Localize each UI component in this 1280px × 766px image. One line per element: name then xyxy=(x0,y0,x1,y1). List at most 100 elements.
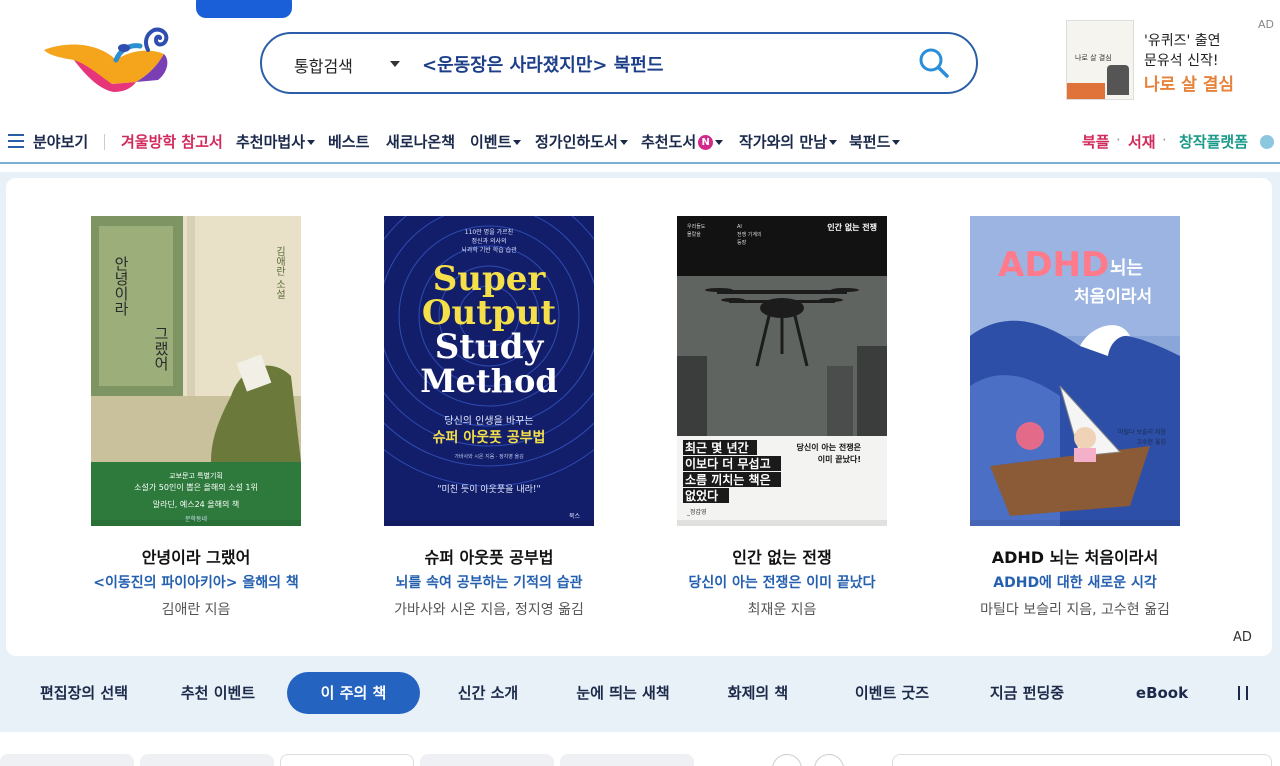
nav-item-winter[interactable]: 겨울방학 참고서 xyxy=(121,131,223,152)
hamburger-icon[interactable] xyxy=(8,134,24,148)
book-title-1[interactable]: 안녕이라 그랬어 xyxy=(56,544,336,568)
book-cover-art-2: 110만 명을 가르친 정신과 의사의 뇌과학 기반 학습 습관 Super O… xyxy=(384,216,594,526)
book3-side-2: 이미 끝났다! xyxy=(818,454,861,464)
new-badge: N xyxy=(698,135,714,150)
cover-shadow xyxy=(91,520,301,526)
nav-item-recommend-wizard[interactable]: 추천마법사 xyxy=(236,131,316,152)
chevron-down-icon[interactable] xyxy=(390,61,400,67)
book-cover-3[interactable]: 우리들도 몰랐을 AI 전쟁 기계의 등장 인간 없는 전쟁 최근 몇 년간 이… xyxy=(677,216,887,526)
feature-tabs: 편집장의 선택 추천 이벤트 이 주의 책 신간 소개 눈에 띄는 새책 화제의… xyxy=(0,670,1280,716)
cover-shadow xyxy=(970,520,1180,526)
bottom-tab[interactable] xyxy=(140,754,274,766)
book-title-4[interactable]: ADHD 뇌는 처음이라서 xyxy=(935,544,1215,568)
book-author-1[interactable]: 김애란 지음 xyxy=(56,599,336,619)
book-subtitle-1[interactable]: <이동진의 파이아키아> 올해의 책 xyxy=(56,572,336,592)
nav-item-discount[interactable]: 정가인하도서 xyxy=(535,131,628,152)
book3-cover-title: 인간 없는 전쟁 xyxy=(827,222,877,232)
tab-ebook[interactable]: eBook xyxy=(1122,672,1202,714)
pause-icon[interactable] xyxy=(1238,686,1248,700)
book3-big-1: 최근 몇 년간 xyxy=(685,440,749,455)
nav-item-best[interactable]: 베스트 xyxy=(328,131,369,152)
book-cover-author-1: 김애란 소설 xyxy=(274,246,286,299)
nav-link-creator-platform[interactable]: 창작플랫폼 xyxy=(1179,131,1248,152)
tab-editor-choice[interactable]: 편집장의 선택 xyxy=(30,672,138,714)
nav-link-library[interactable]: 서재 xyxy=(1128,131,1156,152)
chevron-down-icon xyxy=(513,140,522,145)
nav-item-label: 북펀드 xyxy=(849,133,891,151)
book-subtitle-3[interactable]: 당신이 아는 전쟁은 이미 끝났다 xyxy=(642,572,922,592)
book-cover-4[interactable]: ADHD 뇌는 처음이라서 마틸다 보슬리 지음 고수현 옮김 xyxy=(970,216,1180,526)
book2-kr-small: 당신의 인생을 바꾸는 xyxy=(444,415,533,427)
top-tab[interactable] xyxy=(196,0,292,18)
book2-en-3: Study xyxy=(435,327,545,367)
book3-big-4: 없었다 xyxy=(685,488,718,503)
tab-recommended-event[interactable]: 추천 이벤트 xyxy=(166,672,270,714)
nav-divider xyxy=(104,134,105,150)
book4-line1: 뇌는 xyxy=(1110,258,1143,279)
ad-book-cover[interactable]: 나로 살 결심 xyxy=(1066,20,1134,100)
aladin-lamp-logo[interactable] xyxy=(40,20,200,100)
nav-item-label: 작가와의 만남 xyxy=(739,133,828,151)
search-scope-select[interactable]: 통합검색 xyxy=(294,53,353,77)
chevron-down-icon xyxy=(619,140,628,145)
more-icon[interactable] xyxy=(1260,135,1274,149)
book2-top-line1: 110만 명을 가르친 xyxy=(465,228,513,236)
book-cover-line1: 교보문고 특별기획 xyxy=(169,471,223,480)
book-cover-art-3: 우리들도 몰랐을 AI 전쟁 기계의 등장 인간 없는 전쟁 최근 몇 년간 이… xyxy=(677,216,887,526)
book-subtitle-4[interactable]: ADHD에 대한 새로운 시각 xyxy=(935,572,1215,592)
book2-top-line2: 정신과 의사의 xyxy=(471,237,506,245)
bottom-tab[interactable] xyxy=(560,754,694,766)
nav-item-bookfund[interactable]: 북펀드 xyxy=(849,131,901,152)
ad-tag: AD xyxy=(1258,18,1274,31)
book2-quote: "미친 듯이 아웃풋을 내라!" xyxy=(437,484,540,495)
ad-book-title: 나로 살 결심 xyxy=(1075,54,1112,62)
book-cover-2[interactable]: 110만 명을 가르친 정신과 의사의 뇌과학 기반 학습 습관 Super O… xyxy=(384,216,594,526)
bottom-tab[interactable] xyxy=(0,754,134,766)
book-author-3[interactable]: 최재운 지음 xyxy=(642,599,922,619)
prev-arrow-icon[interactable] xyxy=(772,754,802,766)
tab-event-goods[interactable]: 이벤트 굿즈 xyxy=(844,672,940,714)
next-arrow-icon[interactable] xyxy=(814,754,844,766)
nav-dot-separator: · xyxy=(1162,131,1167,149)
tab-funding-now[interactable]: 지금 펀딩중 xyxy=(978,672,1076,714)
tab-noticeable-new[interactable]: 눈에 띄는 새책 xyxy=(566,672,680,714)
book2-publisher: 북스 xyxy=(569,513,581,520)
book3-side-1: 당신이 아는 전쟁은 xyxy=(797,442,862,452)
book3-sign: _정갑영 xyxy=(686,508,707,516)
ad-author-photo xyxy=(1107,65,1129,95)
bottom-tab[interactable] xyxy=(420,754,554,766)
category-menu-button[interactable]: 분야보기 xyxy=(33,131,88,152)
top-ad-banner[interactable]: 나로 살 결심 '유퀴즈' 출연 문유석 신작! 나로 살 결심 xyxy=(1066,20,1266,102)
book4-adhd: ADHD xyxy=(998,245,1109,285)
book-subtitle-2[interactable]: 뇌를 속여 공부하는 기적의 습관 xyxy=(349,572,629,592)
book4-credit-2: 고수현 옮김 xyxy=(1136,438,1166,446)
book2-credit: 가바사와 시온 지음 · 정지영 옮김 xyxy=(454,453,523,460)
nav-item-label: 정가인하도서 xyxy=(535,133,618,151)
book-author-4[interactable]: 마틸다 보슬리 지음, 고수현 옮김 xyxy=(935,599,1215,619)
book2-top-line3: 뇌과학 기반 학습 습관 xyxy=(461,246,517,254)
book4-credit-1: 마틸다 보슬리 지음 xyxy=(1118,428,1166,436)
nav-item-new[interactable]: 새로나온책 xyxy=(386,131,455,152)
nav-item-author-meeting[interactable]: 작가와의 만남 xyxy=(739,131,838,152)
book4-line2: 처음이라서 xyxy=(1074,287,1152,307)
search-bar[interactable]: 통합검색 <운동장은 사라졌지만> 북펀드 xyxy=(260,32,978,94)
nav-item-label: 추천마법사 xyxy=(236,133,306,151)
bottom-tab[interactable] xyxy=(280,754,414,766)
book3-big-3: 소름 끼치는 책은 xyxy=(685,472,771,487)
tab-new-intro[interactable]: 신간 소개 xyxy=(448,672,528,714)
book-cover-art-4: ADHD 뇌는 처음이라서 마틸다 보슬리 지음 고수현 옮김 xyxy=(970,216,1180,526)
nav-dot-separator: · xyxy=(1116,131,1121,149)
book-title-2[interactable]: 슈퍼 아웃풋 공부법 xyxy=(349,544,629,568)
search-input[interactable]: <운동장은 사라졌지만> 북펀드 xyxy=(422,51,663,77)
tab-book-of-week[interactable]: 이 주의 책 xyxy=(287,672,420,714)
search-icon[interactable] xyxy=(918,47,950,79)
tab-trending[interactable]: 화제의 책 xyxy=(718,672,798,714)
nav-link-bookple[interactable]: 북플 xyxy=(1082,131,1110,152)
book-title-3[interactable]: 인간 없는 전쟁 xyxy=(642,544,922,568)
nav-item-recommended-books[interactable]: 추천도서 N xyxy=(641,131,724,152)
book-author-2[interactable]: 가바사와 시온 지음, 정지영 옮김 xyxy=(349,599,629,619)
nav-item-event[interactable]: 이벤트 xyxy=(470,131,522,152)
book-cover-1[interactable]: 안녕이라 그랬어 김애란 소설 교보문고 특별기획 소설가 50인이 뽑은 올해… xyxy=(91,216,301,526)
chevron-down-icon xyxy=(892,140,901,145)
book-cover-line3: 알라딘, 예스24 올해의 책 xyxy=(153,499,240,509)
